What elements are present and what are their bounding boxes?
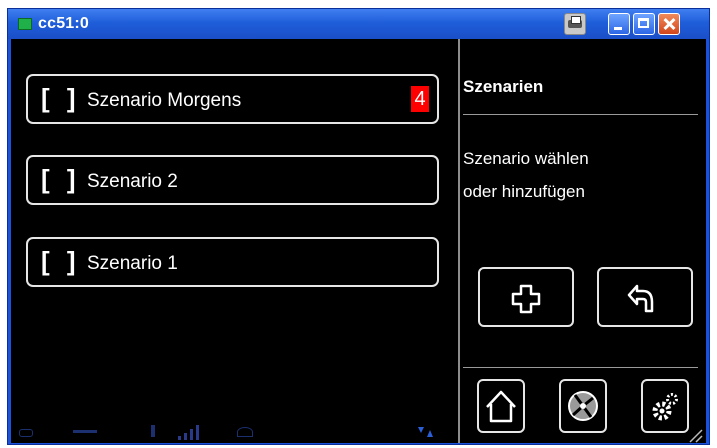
plus-icon [511,284,541,314]
panel-rule-bottom [463,367,698,368]
checkbox-bracket: [ ] [41,164,81,194]
app-icon [18,18,32,30]
fan-icon [568,391,598,421]
window-title: cc51:0 [38,15,90,32]
app-window: cc51:0 [ ] Szenario Morgens 4 [ ] Szenar… [0,0,717,448]
panel-description-2: oder hinzufügen [463,182,585,201]
maximize-button[interactable] [633,13,655,35]
scenario-label: Szenario Morgens [87,90,242,111]
fan-button[interactable] [559,379,607,433]
minimize-button[interactable] [608,13,630,35]
device-screen: [ ] Szenario Morgens 4 [ ] Szenario 2 [ … [11,39,706,443]
scenario-item-2[interactable]: [ ] Szenario 2 [26,155,439,205]
window-frame: cc51:0 [ ] Szenario Morgens 4 [ ] Szenar… [7,8,710,445]
close-button[interactable] [658,13,680,35]
scenario-item-morgens[interactable]: [ ] Szenario Morgens 4 [26,74,439,124]
home-button[interactable] [477,379,525,433]
back-button[interactable] [597,267,693,327]
checkbox-bracket: [ ] [41,83,81,113]
home-icon [486,390,516,423]
link-icon [19,429,33,437]
settings-button[interactable] [641,379,689,433]
panel-description-1: Szenario wählen [463,149,589,168]
print-button[interactable] [564,13,586,35]
status-bar [11,419,456,443]
back-icon [627,284,654,313]
resize-grip-icon[interactable] [686,426,706,444]
settings-icon [652,393,678,421]
panel-title: Szenarien [463,77,544,96]
panel-rule-top [463,114,698,115]
title-bar[interactable]: cc51:0 [8,9,709,39]
scenario-label: Szenario 1 [87,253,178,274]
network-icon [73,430,97,433]
signal-strength-icon [178,425,199,440]
arrows-icon [418,427,433,437]
panel-divider [458,39,460,443]
scenario-item-1[interactable]: [ ] Szenario 1 [26,237,439,287]
scenario-label: Szenario 2 [87,171,178,192]
count-badge: 4 [411,86,429,112]
add-scenario-button[interactable] [478,267,574,327]
checkbox-bracket: [ ] [41,246,81,276]
wifi-icon [237,427,253,437]
antenna-icon [151,425,155,437]
